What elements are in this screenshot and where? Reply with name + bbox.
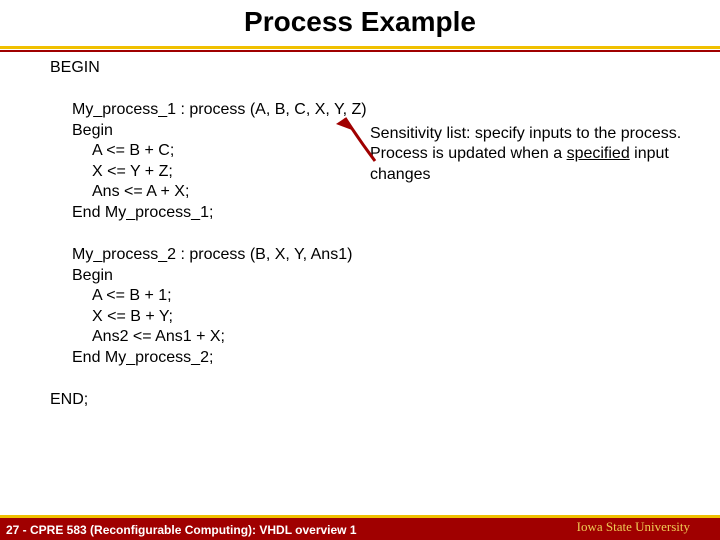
footer-right-text: Iowa State University [577, 519, 690, 535]
proc2-decl: My_process_2 : process (B, X, Y, Ans1) [72, 245, 690, 265]
annotation-underlined: specified [567, 145, 630, 162]
slide-title: Process Example [0, 6, 720, 38]
proc2-end: End My_process_2; [72, 348, 690, 368]
proc1-end: End My_process_1; [72, 203, 690, 223]
sensitivity-annotation: Sensitivity list: specify inputs to the … [370, 124, 700, 185]
proc2-line3: Ans2 <= Ans1 + X; [92, 327, 690, 347]
proc2-line1: A <= B + 1; [92, 286, 690, 306]
arrow-icon [330, 106, 380, 166]
proc2-line2: X <= B + Y; [92, 307, 690, 327]
footer-left-text: 27 - CPRE 583 (Reconfigurable Computing)… [6, 523, 357, 537]
keyword-begin: BEGIN [50, 58, 690, 78]
keyword-end: END; [50, 390, 690, 410]
process-block-2: My_process_2 : process (B, X, Y, Ans1) B… [72, 245, 690, 368]
proc1-decl: My_process_1 : process (A, B, C, X, Y, Z… [72, 100, 690, 120]
footer-bar: 27 - CPRE 583 (Reconfigurable Computing)… [0, 518, 720, 540]
title-divider [0, 46, 720, 52]
proc2-begin: Begin [72, 266, 690, 286]
proc1-line3: Ans <= A + X; [92, 182, 690, 202]
